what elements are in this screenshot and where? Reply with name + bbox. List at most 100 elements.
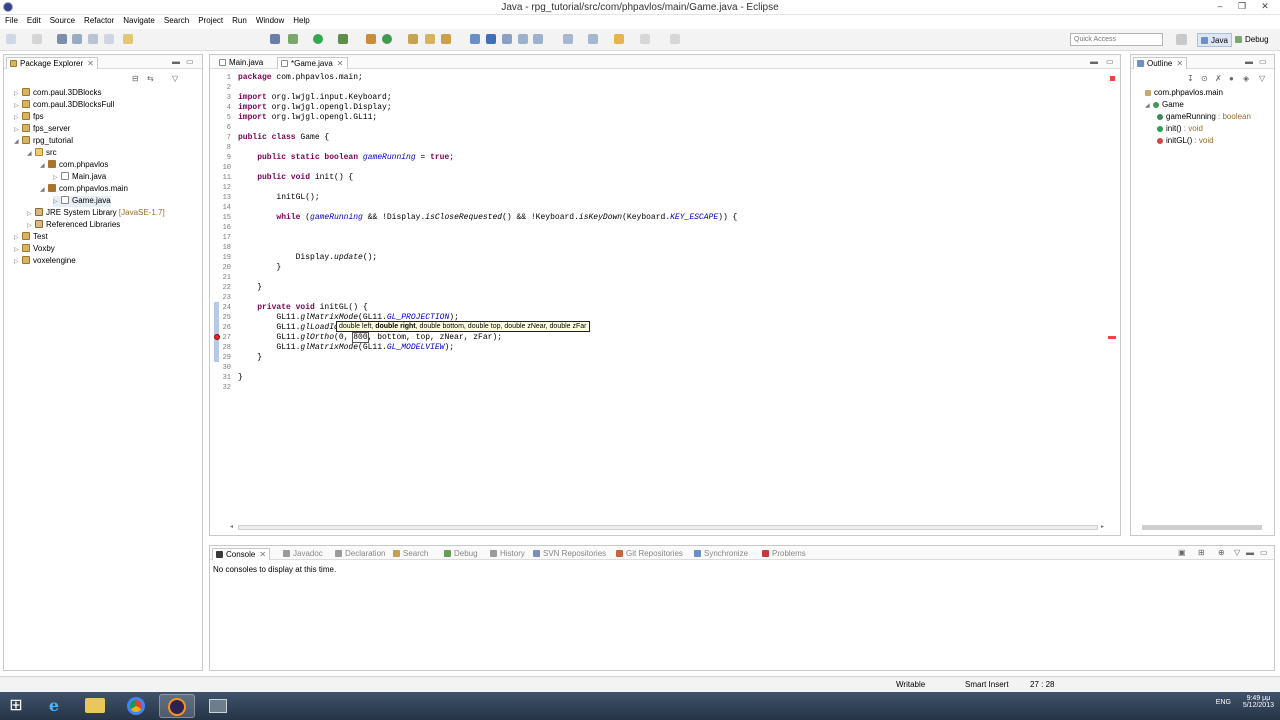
minimize-button[interactable]: – (1209, 1, 1231, 13)
tree-item[interactable]: ▷ Voxby (14, 244, 55, 255)
code-line[interactable]: public class Game { (238, 133, 329, 142)
link-with-editor-icon[interactable]: ⇆ (147, 74, 154, 83)
external-tools-icon[interactable] (338, 34, 348, 44)
forward-icon[interactable] (640, 34, 650, 44)
tab-declaration[interactable]: Declaration (332, 548, 388, 560)
expand-toggle-icon[interactable]: ◢ (14, 138, 22, 145)
minimize-view-icon[interactable]: ▬ (1246, 548, 1254, 557)
tab-synchronize[interactable]: Synchronize (691, 548, 751, 560)
code-line[interactable]: } (238, 263, 281, 272)
error-overview-icon[interactable] (1110, 76, 1115, 81)
expand-toggle-icon[interactable]: ◢ (27, 150, 35, 157)
code-line[interactable]: GL11.glOrtho(0, 800, bottom, top, zNear,… (238, 332, 502, 343)
hide-static-icon[interactable]: ✗ (1215, 74, 1222, 83)
back-icon[interactable] (614, 34, 624, 44)
menu-search[interactable]: Search (160, 15, 193, 26)
block-selection-icon[interactable] (518, 34, 528, 44)
scroll-left-icon[interactable]: ◂ (230, 523, 233, 530)
maximize-view-icon[interactable]: ▭ (1259, 57, 1267, 66)
code-line[interactable]: package com.phpavlos.main; (238, 73, 363, 82)
expand-toggle-icon[interactable]: ▷ (14, 246, 22, 253)
tab-debug[interactable]: Debug (441, 548, 481, 560)
expand-toggle-icon[interactable]: ▷ (14, 114, 22, 121)
new-java-package-icon[interactable] (366, 34, 376, 44)
code-line[interactable]: public static boolean gameRunning = true… (238, 153, 454, 162)
code-line[interactable]: GL11.glLoadId (238, 323, 338, 332)
tree-item[interactable]: ◢ rpg_tutorial (14, 136, 73, 147)
tree-item[interactable]: ▷ com.paul.3DBlocks (14, 88, 101, 99)
close-icon[interactable]: ✕ (337, 59, 344, 68)
scroll-right-icon[interactable]: ▸ (1101, 523, 1104, 530)
search-icon[interactable] (441, 34, 451, 44)
menu-refactor[interactable]: Refactor (80, 15, 118, 26)
open-type-icon[interactable] (408, 34, 418, 44)
expand-toggle-icon[interactable]: ◢ (1145, 102, 1153, 109)
hide-fields-icon[interactable]: ⊙ (1201, 74, 1208, 83)
taskbar-tool[interactable] (200, 694, 236, 718)
taskbar-eclipse[interactable] (159, 694, 195, 718)
tab-console[interactable]: Console ✕ (212, 548, 271, 560)
new-java-class-icon[interactable] (382, 34, 392, 44)
tree-item[interactable]: ▷ voxelengine (14, 256, 76, 267)
outline-item[interactable]: com.phpavlos.main (1145, 88, 1223, 99)
tree-item[interactable]: ▷ JRE System Library [JavaSE-1.7] (27, 208, 165, 219)
save-all-icon[interactable] (72, 34, 82, 44)
code-line[interactable]: } (238, 353, 262, 362)
minimize-view-icon[interactable]: ▬ (1090, 57, 1098, 66)
sort-icon[interactable]: ↧ (1187, 74, 1194, 83)
hide-nonpublic-icon[interactable]: ● (1229, 74, 1234, 83)
minimize-view-icon[interactable]: ▬ (1245, 57, 1253, 66)
expand-toggle-icon[interactable]: ▷ (14, 126, 22, 133)
expand-toggle-icon[interactable]: ▷ (53, 174, 61, 181)
outline-item[interactable]: ◢ Game (1145, 100, 1184, 111)
menu-edit[interactable]: Edit (23, 15, 45, 26)
skip-breakpoints-icon[interactable] (270, 34, 280, 44)
code-line[interactable]: } (238, 283, 262, 292)
expand-toggle-icon[interactable]: ▷ (14, 102, 22, 109)
build-icon[interactable] (123, 34, 133, 44)
code-line[interactable]: private void initGL() { (238, 303, 367, 312)
menu-project[interactable]: Project (194, 15, 227, 26)
code-line[interactable]: import org.lwjgl.input.Keyboard; (238, 93, 392, 102)
pin-editor-icon[interactable] (670, 34, 680, 44)
toggle-mark-occurrences-icon[interactable] (470, 34, 480, 44)
outline-item[interactable]: initGL() : void (1157, 136, 1214, 147)
tree-item[interactable]: ▷ Main.java (53, 172, 106, 183)
expand-toggle-icon[interactable]: ▷ (27, 222, 35, 229)
menu-source[interactable]: Source (46, 15, 79, 26)
tab-outline[interactable]: Outline ✕ (1133, 57, 1188, 69)
menu-navigate[interactable]: Navigate (119, 15, 159, 26)
close-icon[interactable]: ✕ (259, 550, 266, 559)
view-menu-icon[interactable]: ▽ (1234, 548, 1240, 557)
previous-annotation-icon[interactable] (588, 34, 598, 44)
open-console-icon[interactable]: ⊕ (1218, 548, 1225, 557)
tree-item[interactable]: ▷ fps (14, 112, 44, 123)
terminal-icon[interactable] (104, 34, 114, 44)
expand-toggle-icon[interactable]: ▷ (14, 234, 22, 241)
taskbar-chrome[interactable] (118, 694, 154, 718)
tree-item[interactable]: ◢ com.phpavlos (40, 160, 108, 171)
show-whitespace-icon[interactable] (502, 34, 512, 44)
expand-toggle-icon[interactable]: ▷ (53, 198, 61, 205)
expand-toggle-icon[interactable]: ◢ (40, 162, 48, 169)
code-line[interactable]: GL11.glMatrixMode(GL11.GL_MODELVIEW); (238, 343, 454, 352)
taskbar-explorer[interactable] (77, 694, 113, 718)
code-line[interactable]: import org.lwjgl.opengl.Display; (238, 103, 392, 112)
tab-svn-repositories[interactable]: SVN Repositories (530, 548, 609, 560)
code-line[interactable]: import org.lwjgl.opengl.GL11; (238, 113, 377, 122)
menu-window[interactable]: Window (252, 15, 288, 26)
tab-main-java[interactable]: Main.java (216, 57, 266, 69)
next-annotation-icon[interactable] (563, 34, 573, 44)
code-line[interactable]: } (238, 373, 243, 382)
tab-problems[interactable]: Problems (759, 548, 809, 560)
debug-icon[interactable] (288, 34, 298, 44)
collapse-all-icon[interactable]: ⊟ (132, 74, 139, 83)
perspective-debug-button[interactable]: Debug (1232, 33, 1272, 47)
language-indicator[interactable]: ENG (1216, 699, 1231, 706)
open-perspective-icon[interactable] (1176, 34, 1187, 45)
maximize-view-icon[interactable]: ▭ (186, 57, 194, 66)
scrollbar-thumb[interactable] (1142, 525, 1262, 530)
new-icon[interactable] (6, 34, 16, 44)
tab-git-repositories[interactable]: Git Repositories (613, 548, 686, 560)
code-line[interactable]: while (gameRunning && !Display.isCloseRe… (238, 213, 737, 222)
